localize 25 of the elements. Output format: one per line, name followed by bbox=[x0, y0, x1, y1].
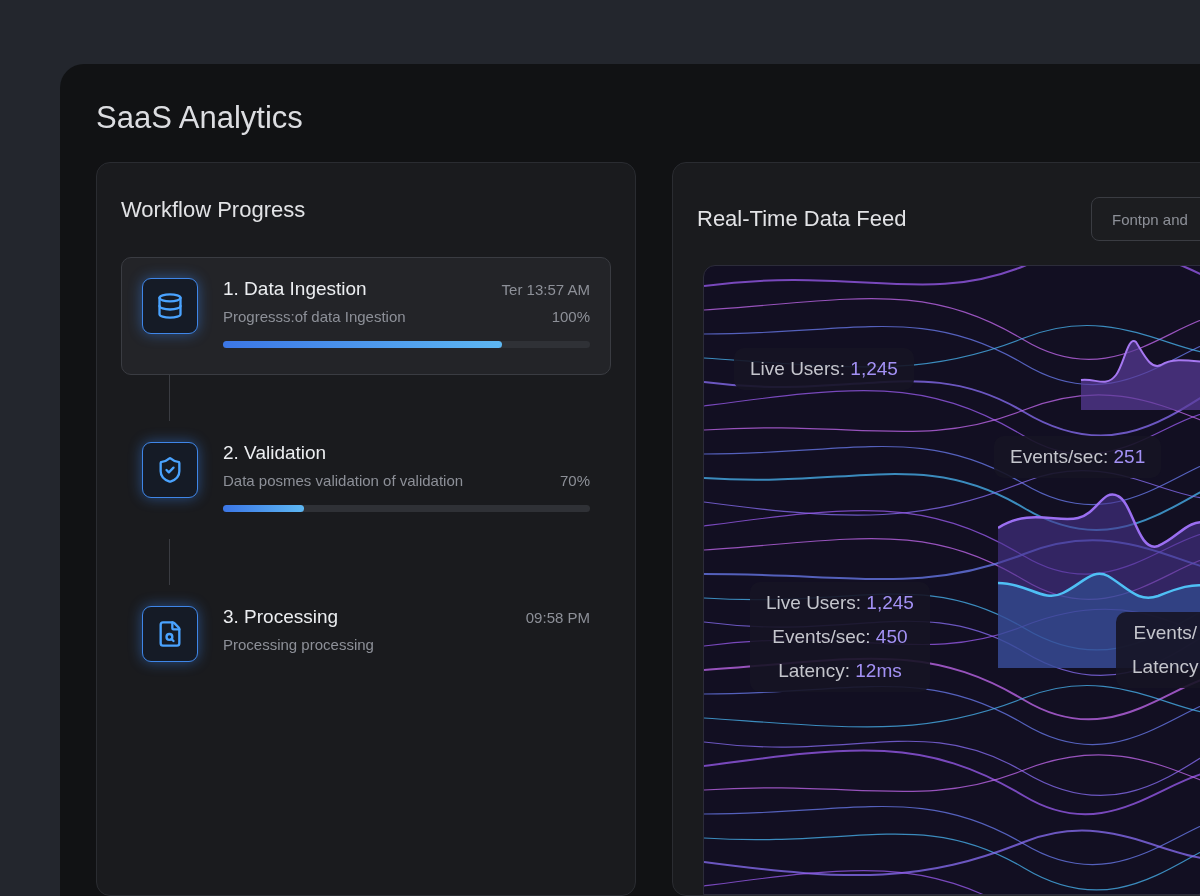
step-title: 2. Validation bbox=[223, 442, 327, 464]
workflow-step[interactable]: 1. Data Ingestion Ter 13:57 AM Progresss:of data Ingestion 100% bbox=[121, 257, 611, 375]
database-icon bbox=[156, 292, 184, 320]
step-description: Data posmes validation of validation bbox=[223, 472, 464, 489]
stat-text: Events/ bbox=[1133, 622, 1197, 644]
panel-title: Workflow Progress bbox=[121, 197, 307, 223]
step-percent: 100% bbox=[551, 308, 590, 325]
stat-text: Latency bbox=[1132, 656, 1199, 678]
step-time: 09:58 PM bbox=[525, 609, 590, 626]
panel-title: Real-Time Data Feed bbox=[697, 206, 907, 232]
step-title: 3. Processing bbox=[223, 606, 339, 628]
workflow-step[interactable]: 3. Processing 09:58 PM Processing processing bbox=[121, 585, 611, 689]
filter-button[interactable]: Fontpn and bbox=[1091, 197, 1200, 241]
workflow-step[interactable]: 2. Validation Data posmes validation of validation 70% bbox=[121, 421, 611, 539]
stat-text: Live Users: 1,245 bbox=[750, 358, 898, 380]
stat-text: Events/sec: 251 bbox=[1010, 446, 1146, 468]
step-description: Progresss:of data Ingestion bbox=[223, 308, 406, 325]
stat-text: Live Users: 1,245 bbox=[766, 592, 914, 614]
stat-text: Events/sec: 450 bbox=[772, 626, 908, 648]
step-percent: 70% bbox=[559, 472, 590, 489]
step-title: 1. Data Ingestion bbox=[223, 278, 367, 300]
step-description: Processing processing bbox=[223, 636, 374, 653]
app-title: SaaS Analytics bbox=[96, 100, 304, 136]
stat-text: Latency: 12ms bbox=[778, 660, 902, 682]
step-time: Ter 13:57 AM bbox=[501, 281, 590, 298]
